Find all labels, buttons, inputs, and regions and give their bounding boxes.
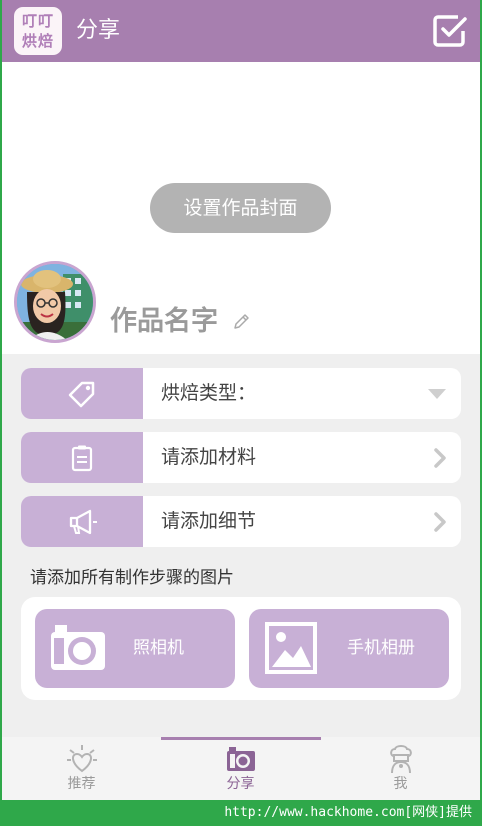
camera-button[interactable]: 照相机 (35, 609, 235, 688)
add-ingredients-row[interactable]: 请添加材料 (21, 432, 461, 483)
logo-line-1: 叮叮 (21, 12, 54, 30)
row-icon-panel (21, 496, 143, 547)
clipboard-icon (71, 445, 93, 472)
add-details-row[interactable]: 请添加细节 (21, 496, 461, 547)
avatar-photo (17, 264, 93, 340)
chevron-right-icon (434, 448, 446, 468)
camera-icon (51, 625, 105, 670)
tag-icon (68, 381, 95, 408)
dropdown-triangle-icon (428, 389, 446, 399)
chef-icon (389, 745, 412, 774)
checkbox-edit-icon (433, 15, 467, 47)
row-icon-panel (21, 432, 143, 483)
image-gallery-icon (265, 622, 317, 674)
cover-area[interactable]: 设置作品封面 作品名字 (2, 62, 480, 354)
page-title: 分享 (76, 18, 121, 43)
tab-label: 推荐 (67, 776, 96, 792)
tab-recommend[interactable]: 推荐 (2, 737, 161, 800)
logo-line-2: 烘焙 (21, 32, 54, 50)
megaphone-icon (69, 509, 97, 535)
album-label: 手机相册 (347, 638, 415, 658)
baking-type-row[interactable]: 烘焙类型： (21, 368, 461, 419)
camera-label: 照相机 (133, 638, 184, 658)
work-name-title[interactable]: 作品名字 (110, 302, 218, 342)
set-cover-button[interactable]: 设置作品封面 (150, 183, 331, 233)
tab-share[interactable]: 分享 (161, 737, 320, 800)
app-screen: 叮叮 烘焙 分享 设置作品封面 作品名字 烘焙类型： 请添加材料 请添加细节 请… (2, 0, 480, 800)
row-label: 请添加材料 (161, 446, 257, 468)
bottom-tab-bar: 推荐 分享 我 (2, 737, 480, 800)
album-button[interactable]: 手机相册 (249, 609, 449, 688)
photo-source-panel: 照相机 手机相册 (21, 597, 461, 700)
checkbox-edit-button[interactable] (432, 13, 468, 49)
sun-heart-icon (66, 745, 97, 773)
tab-label: 分享 (226, 776, 255, 792)
app-logo: 叮叮 烘焙 (14, 7, 62, 55)
steps-hint-text: 请添加所有制作步骤的图片 (30, 568, 234, 588)
watermark-text: http://www.hackhome.com[网侠]提供 (224, 805, 472, 820)
tab-me[interactable]: 我 (321, 737, 480, 800)
avatar[interactable] (14, 261, 96, 343)
camera-icon (226, 747, 255, 771)
tab-label: 我 (393, 776, 408, 792)
row-label: 请添加细节 (161, 510, 257, 532)
chevron-right-icon (434, 512, 446, 532)
row-icon-panel (21, 368, 143, 419)
top-bar: 叮叮 烘焙 分享 (2, 0, 480, 62)
row-label: 烘焙类型： (161, 382, 257, 404)
pencil-icon[interactable] (232, 312, 250, 332)
